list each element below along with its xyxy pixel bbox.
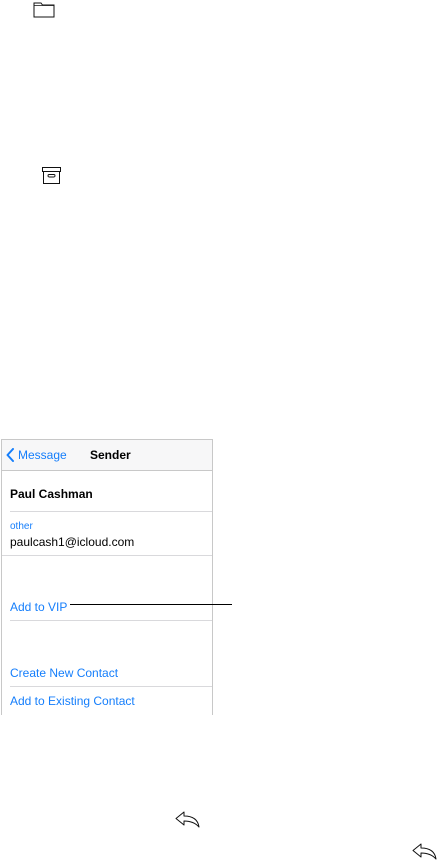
email-type-label: other [10,521,33,532]
separator [10,511,212,512]
back-button[interactable]: Message [6,446,67,464]
archive-box-icon [42,167,61,184]
separator [2,555,212,556]
separator [10,620,212,621]
create-new-contact-button[interactable]: Create New Contact [10,666,118,680]
reply-arrow-icon [174,810,201,828]
email-address[interactable]: paulcash1@icloud.com [10,535,134,549]
navigation-bar: Message Sender [2,440,212,471]
add-to-vip-button[interactable]: Add to VIP [10,600,67,614]
folder-icon [33,2,55,18]
callout-line [70,604,232,605]
sender-panel: Message Sender Paul Cashman other paulca… [1,439,213,715]
contact-name: Paul Cashman [10,487,93,501]
chevron-left-icon [6,448,14,462]
separator [10,686,212,687]
reply-arrow-icon [411,842,437,860]
page-title: Sender [90,448,131,462]
add-to-existing-contact-button[interactable]: Add to Existing Contact [10,694,135,708]
back-button-label: Message [18,448,67,462]
